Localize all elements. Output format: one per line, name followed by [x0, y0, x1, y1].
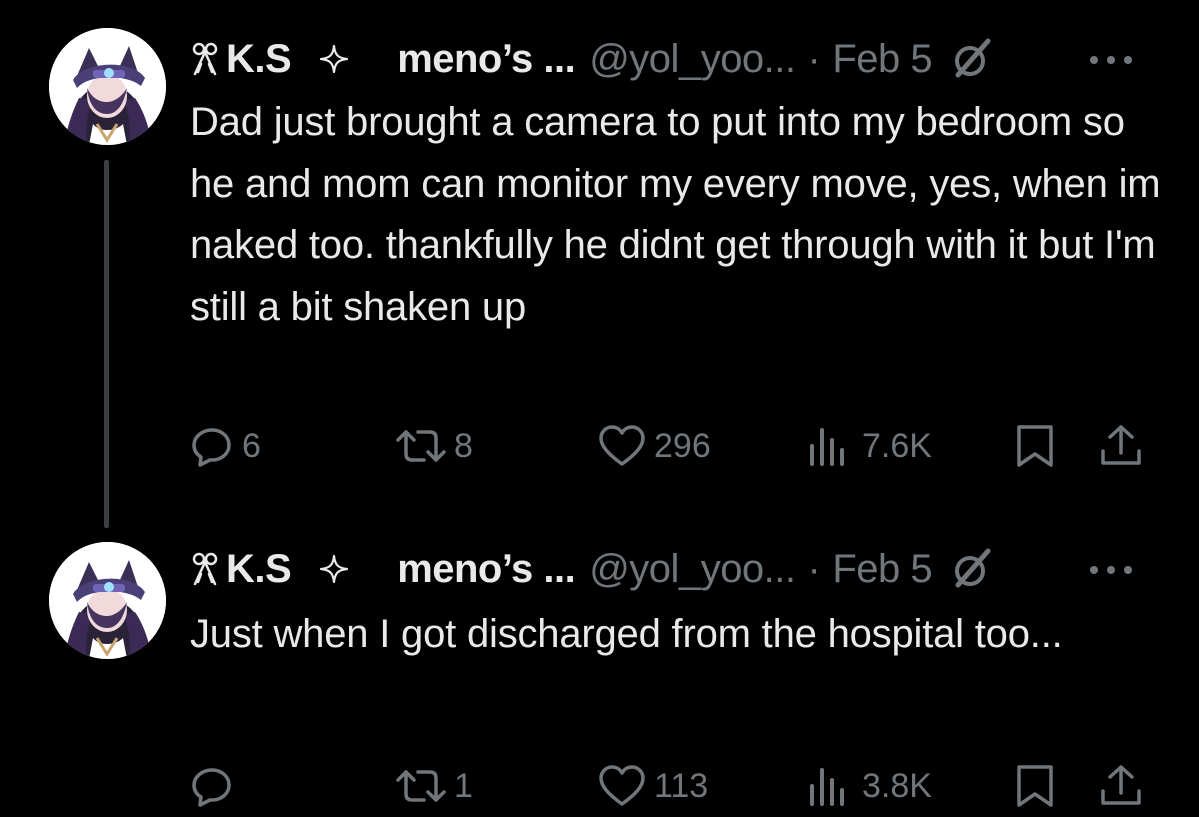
avatar-image	[49, 542, 166, 659]
separator-dot: ·	[807, 546, 821, 591]
repost-icon	[396, 430, 446, 462]
tweet[interactable]: K.S meno’s ... @yol_yoo... · Feb 5 Dad j…	[0, 0, 1199, 520]
tweet-text: Just when I got discharged from the hosp…	[190, 612, 1063, 656]
bookmark-icon	[1017, 765, 1053, 807]
tweet[interactable]: K.S meno’s ... @yol_yoo... · Feb 5 Just …	[0, 520, 1199, 817]
user-handle[interactable]: @yol_yoo...	[589, 37, 796, 82]
heart-icon	[599, 765, 645, 806]
share-icon	[1101, 425, 1141, 465]
display-name[interactable]: K.S	[226, 547, 292, 592]
action-bar: 6 8 296 7.6K	[0, 416, 1199, 476]
avatar[interactable]	[49, 542, 166, 659]
community-name[interactable]: meno’s ...	[397, 37, 576, 82]
community-name[interactable]: meno’s ...	[397, 547, 576, 592]
bookmark-button[interactable]	[1014, 416, 1056, 476]
sparkle-icon	[320, 554, 349, 584]
repost-button[interactable]: 1	[396, 756, 473, 816]
display-name[interactable]: K.S	[226, 37, 292, 82]
repost-count: 1	[454, 766, 473, 805]
more-dots-icon[interactable]	[1078, 560, 1148, 580]
thread: K.S meno’s ... @yol_yoo... · Feb 5 Dad j…	[0, 0, 1199, 817]
reply-icon	[192, 428, 231, 467]
reply-button[interactable]: 6	[190, 416, 261, 476]
reply-icon	[192, 768, 231, 807]
bookmark-button[interactable]	[1014, 756, 1056, 816]
views-count: 3.8K	[862, 766, 932, 805]
reply-button[interactable]	[190, 756, 242, 816]
views-chart-icon	[810, 428, 844, 466]
avatar[interactable]	[49, 28, 166, 145]
views-count: 7.6K	[862, 426, 932, 465]
tweet-header: K.S meno’s ... @yol_yoo... · Feb 5	[190, 544, 994, 594]
slash-circle-icon	[955, 548, 991, 588]
user-handle[interactable]: @yol_yoo...	[589, 547, 796, 592]
repost-icon	[396, 770, 446, 802]
share-button[interactable]	[1098, 756, 1144, 816]
sparkle-icon	[320, 44, 349, 74]
like-count: 113	[654, 766, 709, 805]
views-button[interactable]: 3.8K	[808, 756, 932, 816]
separator-dot: ·	[807, 36, 821, 81]
like-count: 296	[654, 426, 711, 465]
slash-circle-icon	[955, 38, 991, 78]
bow-icon	[192, 552, 218, 586]
bow-icon	[192, 42, 218, 76]
like-button[interactable]: 296	[598, 416, 711, 476]
like-button[interactable]: 113	[598, 756, 708, 816]
repost-button[interactable]: 8	[396, 416, 473, 476]
action-bar: 1 113 3.8K	[0, 756, 1199, 816]
reply-count: 6	[242, 426, 261, 465]
bookmark-icon	[1017, 425, 1053, 467]
repost-count: 8	[454, 426, 473, 465]
post-date[interactable]: Feb 5	[832, 547, 932, 592]
tweet-text: Dad just brought a camera to put into my…	[190, 100, 1161, 329]
share-button[interactable]	[1098, 416, 1144, 476]
views-button[interactable]: 7.6K	[808, 416, 932, 476]
heart-icon	[599, 425, 645, 466]
more-dots-icon[interactable]	[1078, 50, 1148, 70]
post-date[interactable]: Feb 5	[832, 37, 932, 82]
avatar-image	[49, 28, 166, 145]
share-icon	[1101, 765, 1141, 805]
views-chart-icon	[810, 768, 844, 806]
tweet-header: K.S meno’s ... @yol_yoo... · Feb 5	[190, 34, 994, 84]
